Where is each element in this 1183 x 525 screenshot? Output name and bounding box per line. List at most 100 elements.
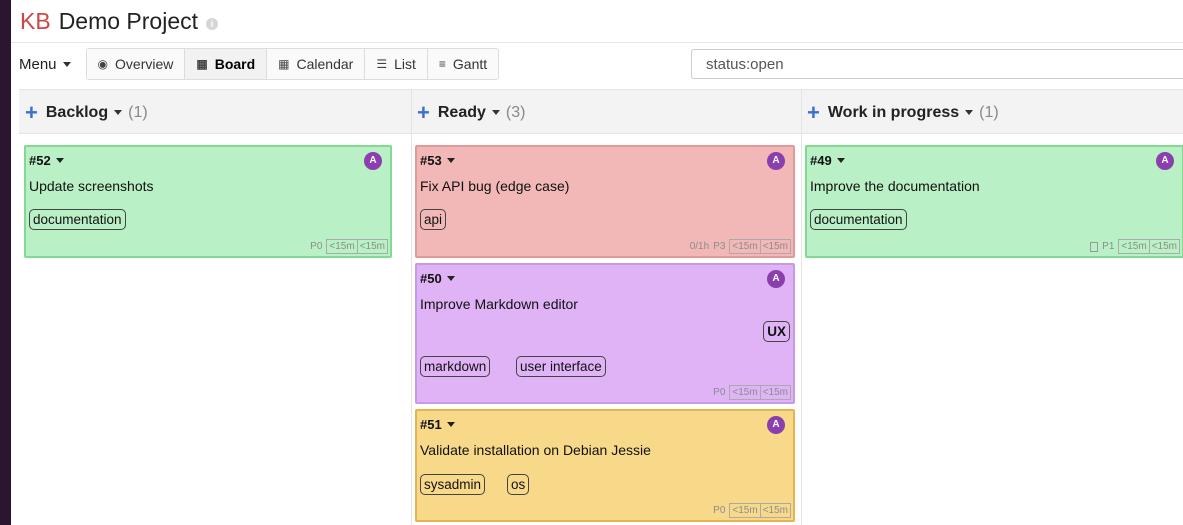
- task-meta: P0 <15m <15m: [713, 385, 791, 400]
- tag[interactable]: documentation: [810, 209, 907, 230]
- time-estimated: <15m: [729, 385, 761, 400]
- task-meta: P0 <15m <15m: [310, 239, 388, 254]
- add-task-icon[interactable]: +: [25, 101, 38, 124]
- caret-down-icon: [62, 61, 71, 67]
- gantt-icon: ≡: [438, 57, 446, 71]
- task-title[interactable]: Improve the documentation: [810, 178, 980, 194]
- task-id[interactable]: #51: [420, 417, 455, 432]
- avatar: A: [1156, 152, 1174, 170]
- task-card[interactable]: #52 A Update screenshots documentation P…: [24, 145, 392, 258]
- caret-down-icon: [446, 158, 455, 163]
- avatar: A: [364, 152, 382, 170]
- task-card[interactable]: #49 A Improve the documentation document…: [805, 145, 1183, 258]
- view-label: Calendar: [296, 56, 354, 72]
- column-header-work-in-progress: + Work in progress (1): [807, 90, 999, 135]
- view-label: Board: [214, 56, 256, 72]
- task-id[interactable]: #53: [420, 153, 455, 168]
- column-header-backlog: + Backlog (1): [25, 90, 148, 135]
- view-label: List: [394, 56, 416, 72]
- task-title[interactable]: Fix API bug (edge case): [420, 178, 569, 194]
- task-meta: 0/1h P3 <15m <15m: [690, 239, 791, 254]
- board-icon: ▦: [196, 57, 208, 71]
- menu-label: Menu: [19, 55, 57, 73]
- caret-down-icon: [55, 158, 64, 163]
- task-id[interactable]: #52: [29, 153, 64, 168]
- add-task-icon[interactable]: +: [807, 101, 820, 124]
- task-id[interactable]: #49: [810, 153, 845, 168]
- task-title[interactable]: Validate installation on Debian Jessie: [420, 442, 651, 458]
- task-meta: P1 <15m <15m: [1090, 239, 1180, 254]
- list-icon: ☰: [376, 57, 388, 71]
- time-spent: <15m: [1149, 239, 1180, 254]
- time-spent: <15m: [760, 503, 791, 518]
- category-badge[interactable]: UX: [763, 321, 790, 342]
- priority: P0: [310, 241, 323, 252]
- view-board[interactable]: ▦ Board: [185, 49, 268, 79]
- tag[interactable]: documentation: [29, 209, 126, 230]
- column-title[interactable]: Work in progress: [828, 104, 959, 122]
- toolbar: Menu ◉ Overview ▦ Board ▦ Calendar ☰ Lis…: [11, 48, 1183, 80]
- view-switcher: ◉ Overview ▦ Board ▦ Calendar ☰ List ≡ G…: [85, 48, 500, 80]
- task-card[interactable]: #53 A Fix API bug (edge case) api 0/1h P…: [415, 145, 795, 258]
- tag[interactable]: user interface: [516, 356, 606, 377]
- search-input[interactable]: [691, 49, 1183, 79]
- task-card[interactable]: #51 A Validate installation on Debian Je…: [415, 409, 795, 522]
- column-title[interactable]: Backlog: [46, 104, 108, 122]
- task-meta: P0 <15m <15m: [713, 503, 791, 518]
- time-estimated: <15m: [729, 503, 761, 518]
- column-title[interactable]: Ready: [438, 104, 486, 122]
- avatar: A: [767, 270, 785, 288]
- time-spent: <15m: [357, 239, 388, 254]
- header-divider: [11, 42, 1183, 43]
- kanban-board: + Backlog (1) + Ready (3) + Work in prog…: [19, 89, 1183, 525]
- tag[interactable]: markdown: [420, 356, 491, 377]
- avatar: A: [767, 416, 785, 434]
- tag[interactable]: sysadmin: [420, 474, 486, 495]
- view-gantt[interactable]: ≡ Gantt: [427, 49, 499, 79]
- eye-icon: ◉: [97, 57, 109, 71]
- column-header-ready: + Ready (3): [417, 90, 525, 135]
- tag[interactable]: os: [507, 474, 530, 495]
- caret-down-icon[interactable]: [491, 110, 500, 115]
- column-divider: [411, 89, 412, 525]
- task-id[interactable]: #50: [420, 271, 455, 286]
- view-label: Gantt: [452, 56, 488, 72]
- time-spent: <15m: [760, 385, 791, 400]
- task-title[interactable]: Update screenshots: [29, 178, 154, 194]
- time-estimated: <15m: [1118, 239, 1150, 254]
- caret-down-icon: [836, 158, 845, 163]
- column-count: (1): [979, 103, 999, 121]
- priority: P0: [713, 505, 726, 516]
- time-spent: <15m: [760, 239, 791, 254]
- column-divider: [801, 89, 802, 525]
- column-count: (3): [505, 103, 526, 121]
- description-icon[interactable]: [1090, 241, 1099, 252]
- column-count: (1): [128, 103, 148, 121]
- menu-dropdown[interactable]: Menu: [19, 56, 71, 73]
- caret-down-icon[interactable]: [114, 110, 123, 115]
- view-label: Overview: [115, 56, 174, 72]
- add-task-icon[interactable]: +: [417, 101, 430, 124]
- app-window: KB Demo Project i Menu ◉ Overview ▦ Boar…: [11, 0, 1183, 525]
- page-title: Demo Project: [58, 7, 199, 34]
- task-card[interactable]: #50 A Improve Markdown editor UX markdow…: [415, 263, 795, 404]
- caret-down-icon: [446, 276, 455, 281]
- caret-down-icon[interactable]: [965, 110, 974, 115]
- caret-down-icon: [446, 422, 455, 427]
- logo[interactable]: KB: [20, 8, 51, 35]
- view-overview[interactable]: ◉ Overview: [86, 49, 186, 79]
- info-icon[interactable]: i: [206, 17, 219, 30]
- time-estimated: <15m: [326, 239, 358, 254]
- column-header-bar: + Backlog (1) + Ready (3) + Work in prog…: [19, 89, 1183, 134]
- subtask-progress: 0/1h: [689, 241, 710, 252]
- priority: P1: [1102, 241, 1115, 252]
- tag[interactable]: api: [420, 209, 447, 230]
- task-title[interactable]: Improve Markdown editor: [420, 296, 578, 312]
- time-estimated: <15m: [729, 239, 761, 254]
- page-header: KB Demo Project i: [11, 0, 1183, 42]
- view-list[interactable]: ☰ List: [365, 49, 428, 79]
- avatar: A: [767, 152, 785, 170]
- priority: P0: [713, 387, 726, 398]
- calendar-icon: ▦: [278, 57, 290, 71]
- view-calendar[interactable]: ▦ Calendar: [267, 49, 366, 79]
